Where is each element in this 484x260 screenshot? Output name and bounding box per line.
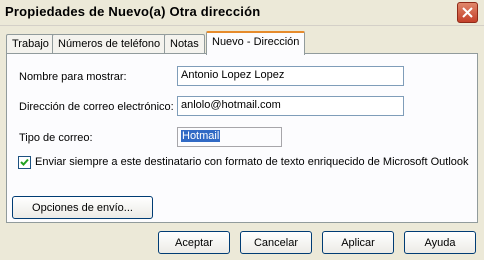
cancel-button[interactable]: Cancelar xyxy=(240,231,312,254)
display-name-label: Nombre para mostrar: xyxy=(19,71,127,83)
email-label: Dirección de correo electrónico: xyxy=(19,101,174,113)
rich-text-checkbox-label[interactable]: Enviar siempre a este destinatario con f… xyxy=(35,156,469,168)
mail-type-label: Tipo de correo: xyxy=(19,132,93,144)
title-bar: Propiedades de Nuevo(a) Otra dirección xyxy=(0,0,484,26)
tab-notas[interactable]: Notas xyxy=(164,34,205,54)
checkmark-icon xyxy=(20,158,29,166)
send-options-button[interactable]: Opciones de envío... xyxy=(12,196,153,219)
mail-type-field: Hotmail xyxy=(177,127,282,147)
tab-numeros-telefono[interactable]: Números de teléfono xyxy=(52,34,167,54)
close-button[interactable] xyxy=(457,2,478,23)
ok-button[interactable]: Aceptar xyxy=(158,231,230,254)
tab-nuevo-direccion[interactable]: Nuevo - Dirección xyxy=(206,31,306,55)
display-name-field[interactable]: Antonio Lopez Lopez xyxy=(177,66,404,86)
close-icon xyxy=(462,7,473,18)
rich-text-checkbox[interactable] xyxy=(18,156,31,169)
window-title: Propiedades de Nuevo(a) Otra dirección xyxy=(5,4,261,19)
help-button[interactable]: Ayuda xyxy=(404,231,476,254)
mail-type-value: Hotmail xyxy=(181,130,221,142)
apply-button[interactable]: Aplicar xyxy=(322,231,394,254)
tab-trabajo[interactable]: Trabajo xyxy=(6,34,55,54)
email-field[interactable]: anlolo@hotmail.com xyxy=(177,96,404,116)
tab-panel: Nombre para mostrar: Antonio Lopez Lopez… xyxy=(6,53,478,223)
